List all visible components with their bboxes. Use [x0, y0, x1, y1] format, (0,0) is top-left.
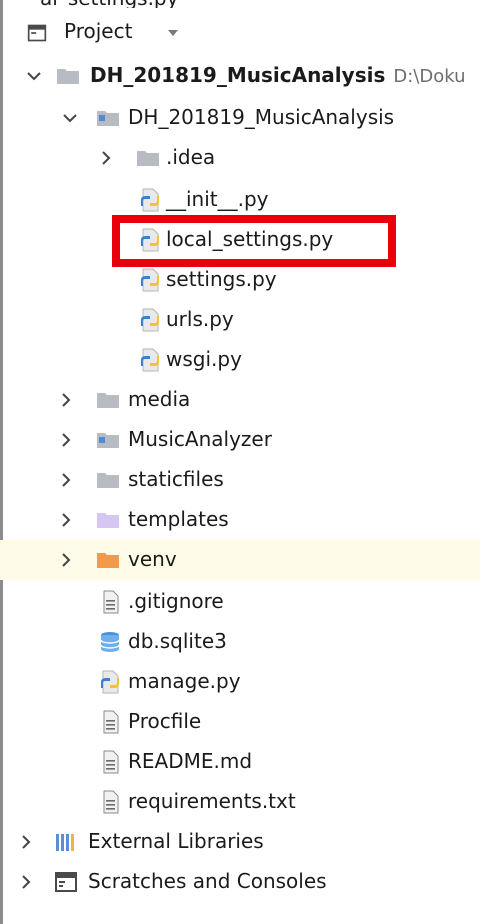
chevron-right-icon[interactable] [56, 550, 76, 570]
package-label: DH_201819_MusicAnalysis [128, 105, 395, 129]
tree-item-root[interactable]: DH_201819_MusicAnalysis D:\Doku [0, 56, 480, 96]
python-file-icon [138, 188, 162, 212]
tree-item-venv[interactable]: venv [0, 540, 480, 580]
text-file-icon [98, 750, 122, 774]
templates-folder-icon [96, 508, 120, 532]
folder-icon [96, 468, 120, 492]
chevron-right-icon[interactable] [56, 390, 76, 410]
scratches-label: Scratches and Consoles [88, 869, 327, 893]
chevron-right-icon[interactable] [56, 510, 76, 530]
tree-item-idea[interactable]: .idea [0, 138, 480, 178]
tree-item-readme[interactable]: README.md [0, 742, 480, 782]
project-view-icon [27, 24, 47, 42]
chevron-down-icon[interactable] [60, 108, 80, 128]
python-file-icon [138, 348, 162, 372]
tree-item-package[interactable]: DH_201819_MusicAnalysis [0, 98, 480, 138]
readme-label: README.md [128, 749, 253, 773]
db-label: db.sqlite3 [128, 629, 227, 653]
chevron-right-icon[interactable] [96, 148, 116, 168]
text-file-icon [98, 590, 122, 614]
chevron-down-icon[interactable] [24, 66, 44, 86]
tree-item-requirements[interactable]: requirements.txt [0, 782, 480, 822]
project-view-header[interactable]: Project [0, 12, 480, 54]
root-label: DH_201819_MusicAnalysis [90, 63, 386, 87]
chevron-right-icon[interactable] [56, 430, 76, 450]
tree-item-urls[interactable]: urls.py [0, 300, 480, 340]
project-view-label: Project [64, 19, 133, 43]
folder-icon [96, 388, 120, 412]
tree-item-musicanalyzer[interactable]: MusicAnalyzer [0, 420, 480, 460]
staticfiles-label: staticfiles [128, 467, 224, 491]
tree-item-templates[interactable]: templates [0, 500, 480, 540]
urls-label: urls.py [166, 307, 234, 331]
tree-item-procfile[interactable]: Procfile [0, 702, 480, 742]
dropdown-caret-icon[interactable] [166, 26, 180, 40]
excluded-folder-icon [96, 548, 120, 572]
python-file-icon [138, 268, 162, 292]
procfile-label: Procfile [128, 709, 202, 733]
tree-item-media[interactable]: media [0, 380, 480, 420]
python-file-icon [138, 308, 162, 332]
init-label: __init__.py [166, 187, 269, 211]
requirements-label: requirements.txt [128, 789, 296, 813]
tab-title-cut: al_settings.py [0, 0, 480, 8]
tree-item-gitignore[interactable]: .gitignore [0, 582, 480, 622]
manage-label: manage.py [128, 669, 241, 693]
idea-label: .idea [166, 145, 216, 169]
musicanalyzer-label: MusicAnalyzer [128, 427, 272, 451]
folder-icon [136, 146, 160, 170]
tree-item-manage[interactable]: manage.py [0, 662, 480, 702]
templates-label: templates [128, 507, 229, 531]
root-path: D:\Doku [393, 66, 466, 87]
tree-item-staticfiles[interactable]: staticfiles [0, 460, 480, 500]
text-file-icon [98, 710, 122, 734]
chevron-right-icon[interactable] [56, 470, 76, 490]
settings-label: settings.py [166, 267, 277, 291]
chevron-right-icon[interactable] [16, 832, 36, 852]
venv-label: venv [128, 547, 177, 571]
wsgi-label: wsgi.py [166, 347, 242, 371]
scratches-icon [54, 870, 78, 894]
tree-item-db[interactable]: db.sqlite3 [0, 622, 480, 662]
tree-item-wsgi[interactable]: wsgi.py [0, 340, 480, 380]
tree-item-init[interactable]: __init__.py [0, 180, 480, 220]
tree-item-scratches[interactable]: Scratches and Consoles [0, 862, 480, 902]
tab-title-text: al_settings.py [40, 0, 178, 8]
highlight-annotation-box [112, 215, 396, 267]
libraries-icon [54, 830, 78, 854]
module-folder-icon [96, 106, 120, 130]
module-folder-icon [96, 428, 120, 452]
chevron-right-icon[interactable] [16, 872, 36, 892]
tree-item-external-libraries[interactable]: External Libraries [0, 822, 480, 862]
external-libraries-label: External Libraries [88, 829, 264, 853]
folder-icon [56, 64, 80, 88]
text-file-icon [98, 790, 122, 814]
database-icon [98, 630, 122, 654]
python-file-icon [98, 670, 122, 694]
gitignore-label: .gitignore [128, 589, 224, 613]
media-label: media [128, 387, 191, 411]
